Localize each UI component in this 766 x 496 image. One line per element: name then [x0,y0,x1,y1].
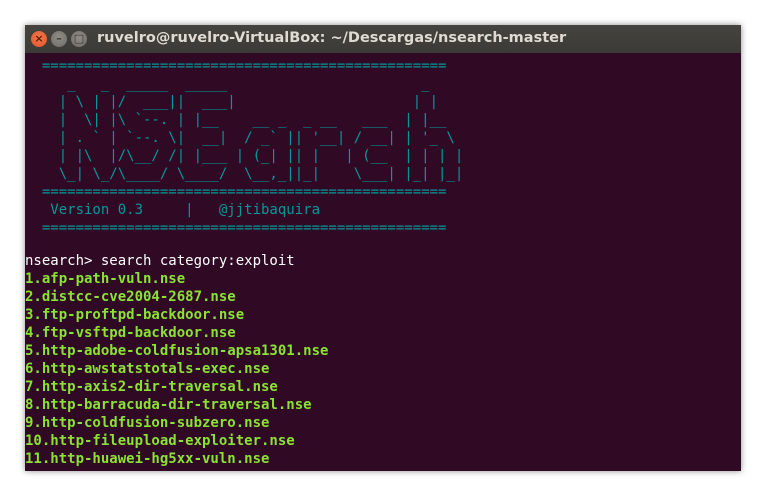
result-item: 8.http-barracuda-dir-traversal.nse [25,397,312,413]
result-item: 2.distcc-cve2004-2687.nse [25,289,236,305]
banner-art-line: | \| |\ `--. | |__ __ _ _ __ ___ | |__ [25,112,464,128]
result-item: 4.ftp-vsftpd-backdoor.nse [25,325,236,341]
banner-art-line: | |\ |/\__/ /| |___ | (_| || | | (__ | |… [25,148,464,164]
title-bar[interactable]: × – □ ruvelro@ruvelro-VirtualBox: ~/Desc… [25,25,741,53]
result-item: 6.http-awstatstotals-exec.nse [25,361,270,377]
banner-art-line: | \ | |/ ___|| ___| | | [25,94,472,110]
close-icon[interactable]: × [31,31,47,47]
banner-rule-bottom: ========================================… [25,220,447,236]
result-item: 3.ftp-proftpd-backdoor.nse [25,307,245,323]
result-item: 7.http-axis2-dir-traversal.nse [25,379,278,395]
banner-rule-mid: ========================================… [25,184,447,200]
banner-art-line: \_| \_/\____/ \____/ \__,_||_| \___| |_|… [25,166,464,182]
command-prompt: nsearch> search category:exploit [25,253,295,269]
result-item: 5.http-adobe-coldfusion-apsa1301.nse [25,343,329,359]
terminal-output[interactable]: ========================================… [25,53,741,471]
terminal-window: × – □ ruvelro@ruvelro-VirtualBox: ~/Desc… [25,25,741,471]
banner-art-line: _ _ _____ _____ _ [25,76,472,92]
result-item: 10.http-fileupload-exploiter.nse [25,433,295,449]
result-item: 11.http-huawei-hg5xx-vuln.nse [25,451,270,467]
window-title: ruvelro@ruvelro-VirtualBox: ~/Descargas/… [97,30,567,46]
result-item: 9.http-coldfusion-subzero.nse [25,415,270,431]
minimize-icon[interactable]: – [51,31,67,47]
result-item: 1.afp-path-vuln.nse [25,271,186,287]
banner-rule-top: ========================================… [25,58,447,74]
maximize-icon[interactable]: □ [71,31,87,47]
banner-version-line: Version 0.3 | @jjtibaquira [25,202,321,218]
banner-art-line: | . ` | `--. \| __| / _` || '__| / __| |… [25,130,464,146]
